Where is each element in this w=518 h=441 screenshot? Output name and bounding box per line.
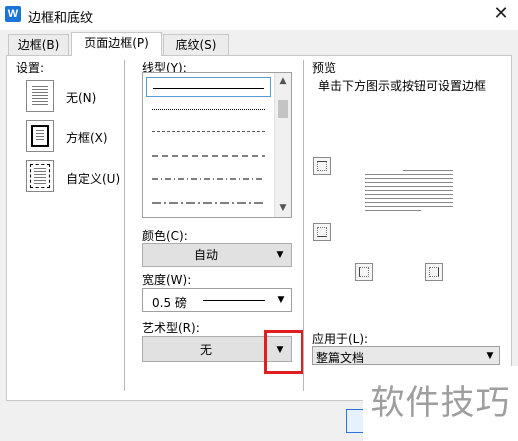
lines-icon bbox=[32, 86, 48, 106]
scroll-down-icon[interactable]: ▼ bbox=[275, 200, 291, 217]
width-label: 宽度(W): bbox=[142, 273, 192, 287]
chevron-down-icon[interactable]: ▼ bbox=[269, 244, 291, 266]
line-style-list[interactable]: ▲ ▼ bbox=[142, 72, 292, 218]
apply-to-value: 整篇文档 bbox=[316, 351, 365, 365]
scroll-thumb[interactable] bbox=[278, 100, 288, 118]
border-left-button[interactable] bbox=[355, 263, 373, 281]
divider-left bbox=[124, 60, 125, 391]
settings-label: 设置: bbox=[16, 61, 45, 75]
setting-box-label[interactable]: 方框(X) bbox=[66, 129, 108, 146]
setting-custom-label[interactable]: 自定义(U) bbox=[66, 170, 120, 187]
width-sample-line bbox=[203, 300, 265, 301]
color-select[interactable]: 自动 ▼ bbox=[142, 243, 292, 267]
tab-page-border[interactable]: 页面边框(P) bbox=[71, 32, 162, 56]
line-style-long-dash[interactable] bbox=[146, 193, 271, 213]
apply-to-select[interactable]: 整篇文档 ▼ bbox=[312, 346, 500, 365]
width-value: 0.5 磅 bbox=[152, 296, 187, 310]
close-button[interactable]: ✕ bbox=[489, 3, 513, 25]
preview-document bbox=[365, 170, 453, 214]
chevron-down-icon[interactable]: ▼ bbox=[271, 289, 291, 311]
chevron-down-icon[interactable]: ▼ bbox=[481, 347, 499, 364]
line-style-dotted[interactable] bbox=[146, 99, 271, 119]
lines-icon bbox=[34, 168, 46, 184]
watermark-text: 软件技巧 bbox=[363, 366, 518, 441]
longdash-line bbox=[152, 202, 265, 204]
apply-to-label: 应用于(L): bbox=[312, 332, 369, 346]
highlight-annotation bbox=[264, 330, 304, 374]
wps-app-icon: W bbox=[5, 6, 21, 22]
preview-hint: 单击下方图示或按钮可设置边框 bbox=[318, 79, 487, 93]
custom-frame bbox=[30, 164, 50, 188]
tab-shading[interactable]: 底纹(S) bbox=[163, 34, 229, 55]
preview-label: 预览 bbox=[312, 61, 337, 75]
border-bottom-button[interactable] bbox=[313, 223, 331, 241]
width-select[interactable]: 0.5 磅 ▼ bbox=[142, 288, 292, 312]
dashed-line bbox=[152, 155, 265, 157]
custom-border-icon[interactable] bbox=[26, 160, 54, 192]
color-value: 自动 bbox=[193, 248, 218, 262]
dashdot-line bbox=[152, 178, 265, 180]
line-style-dash-dot[interactable] bbox=[146, 169, 271, 189]
box-border-icon[interactable] bbox=[26, 120, 54, 152]
line-style-solid[interactable] bbox=[146, 77, 271, 97]
box-frame bbox=[31, 125, 49, 147]
line-style-scrollbar[interactable]: ▲ ▼ bbox=[274, 73, 291, 217]
line-style-fine-dashed[interactable] bbox=[146, 121, 271, 141]
border-right-button[interactable] bbox=[425, 263, 443, 281]
art-value: 无 bbox=[199, 343, 212, 357]
setting-none-label[interactable]: 无(N) bbox=[66, 89, 96, 106]
tab-borders[interactable]: 边框(B) bbox=[8, 34, 69, 55]
border-top-button[interactable] bbox=[313, 157, 331, 175]
lines-icon bbox=[36, 130, 44, 142]
line-style-dashed[interactable] bbox=[146, 145, 271, 165]
scroll-up-icon[interactable]: ▲ bbox=[275, 73, 291, 90]
none-border-icon[interactable] bbox=[26, 80, 54, 112]
title-bar: W 边框和底纹 ✕ bbox=[0, 0, 518, 30]
divider-right bbox=[303, 60, 304, 391]
art-label: 艺术型(R): bbox=[142, 321, 200, 335]
window-title: 边框和底纹 bbox=[28, 11, 94, 26]
color-label: 颜色(C): bbox=[142, 229, 188, 243]
